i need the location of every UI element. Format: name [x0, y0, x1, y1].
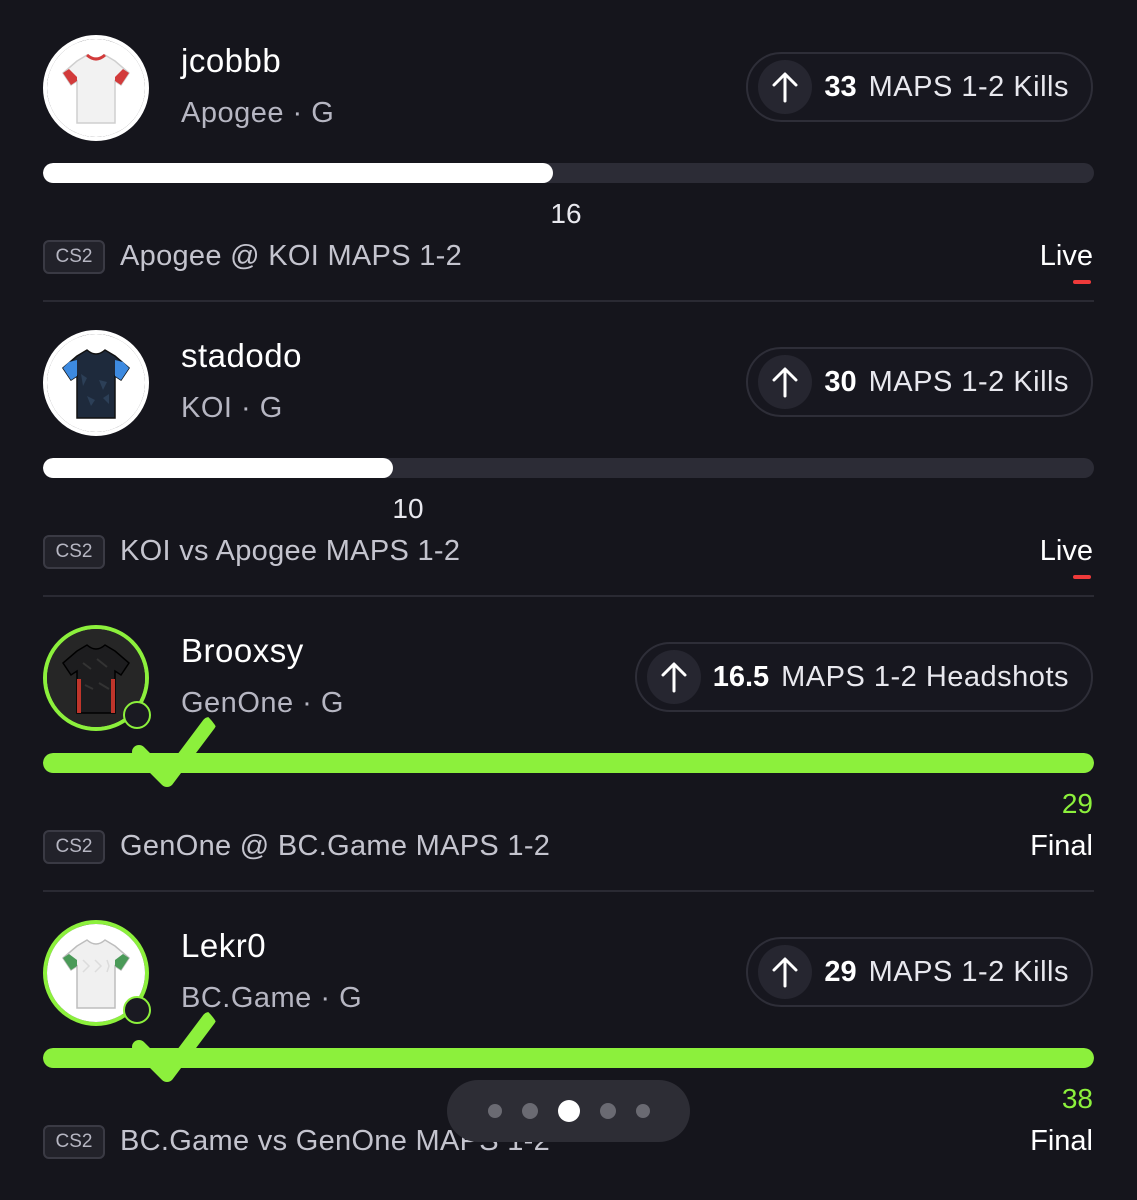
- team-position: KOI · G: [181, 392, 283, 424]
- page-dot[interactable]: [521, 1103, 538, 1119]
- stat-type: MAPS 1-2 Kills: [868, 70, 1069, 103]
- progress-track: [43, 163, 1094, 183]
- arrow-up-icon: [758, 945, 813, 999]
- team-position: GenOne · G: [181, 687, 344, 719]
- progress-value: 10: [392, 493, 424, 524]
- game-tag: CS2: [43, 1125, 105, 1159]
- page-indicator[interactable]: [447, 1080, 690, 1142]
- page-dot[interactable]: [487, 1104, 502, 1118]
- player-name: stadodo: [181, 337, 302, 374]
- projection-pill[interactable]: 16.5 MAPS 1-2 Headshots: [634, 642, 1093, 712]
- progress-fill: [43, 753, 1094, 773]
- line-value: 16.5: [712, 660, 770, 693]
- projection-pill[interactable]: 33 MAPS 1-2 Kills: [746, 52, 1093, 122]
- progress-fill: [43, 458, 393, 478]
- progress-track: [43, 1048, 1094, 1068]
- prop-card[interactable]: stadodo KOI · G 30 MAPS 1-2 Kills 10 CS2…: [0, 295, 1137, 597]
- matchup: KOI vs Apogee MAPS 1-2: [120, 535, 461, 567]
- page-dot-active[interactable]: [557, 1100, 580, 1122]
- progress-value: 29: [1061, 788, 1093, 819]
- game-tag: CS2: [43, 240, 105, 274]
- progress-value: 16: [550, 198, 582, 229]
- game-status: Final: [1030, 830, 1093, 862]
- prop-card[interactable]: jcobbb Apogee · G 33 MAPS 1-2 Kills 16 C…: [0, 0, 1137, 302]
- check-icon: [123, 701, 216, 787]
- page-dot[interactable]: [599, 1103, 616, 1119]
- arrow-up-icon: [758, 60, 813, 114]
- page-dot[interactable]: [635, 1104, 650, 1118]
- check-icon: [123, 996, 216, 1082]
- prop-card[interactable]: Brooxsy GenOne · G 16.5 MAPS 1-2 Headsho…: [0, 590, 1137, 892]
- player-name: jcobbb: [181, 42, 282, 79]
- projection-pill[interactable]: 29 MAPS 1-2 Kills: [746, 937, 1093, 1007]
- arrow-up-icon: [758, 355, 813, 409]
- line-value: 29: [824, 955, 857, 988]
- live-indicator: [1073, 575, 1091, 579]
- progress-track: [43, 753, 1094, 773]
- progress-fill: [43, 1048, 1094, 1068]
- arrow-up-icon: [646, 650, 701, 704]
- player-avatar: [43, 330, 149, 436]
- stat-type: MAPS 1-2 Kills: [868, 365, 1069, 398]
- jersey-icon: [47, 39, 145, 137]
- player-avatar: [43, 625, 216, 787]
- player-name: Lekr0: [181, 927, 267, 964]
- game-status: Live: [1039, 240, 1093, 272]
- player-avatar: [43, 920, 216, 1082]
- game-tag: CS2: [43, 830, 105, 864]
- stat-type: MAPS 1-2 Kills: [868, 955, 1069, 988]
- game-status: Live: [1039, 535, 1093, 567]
- game-status: Final: [1030, 1125, 1093, 1157]
- line-value: 33: [824, 70, 857, 103]
- player-name: Brooxsy: [181, 632, 304, 669]
- progress-value: 38: [1061, 1083, 1093, 1114]
- stat-type: MAPS 1-2 Headshots: [781, 660, 1069, 693]
- matchup: GenOne @ BC.Game MAPS 1-2: [120, 830, 551, 862]
- line-value: 30: [824, 365, 857, 398]
- team-position: Apogee · G: [181, 97, 335, 129]
- progress-track: [43, 458, 1094, 478]
- player-avatar: [43, 35, 149, 141]
- jersey-icon: [47, 334, 145, 432]
- matchup: Apogee @ KOI MAPS 1-2: [120, 240, 463, 272]
- projection-pill[interactable]: 30 MAPS 1-2 Kills: [746, 347, 1093, 417]
- live-indicator: [1073, 280, 1091, 284]
- team-position: BC.Game · G: [181, 982, 363, 1014]
- game-tag: CS2: [43, 535, 105, 569]
- progress-fill: [43, 163, 553, 183]
